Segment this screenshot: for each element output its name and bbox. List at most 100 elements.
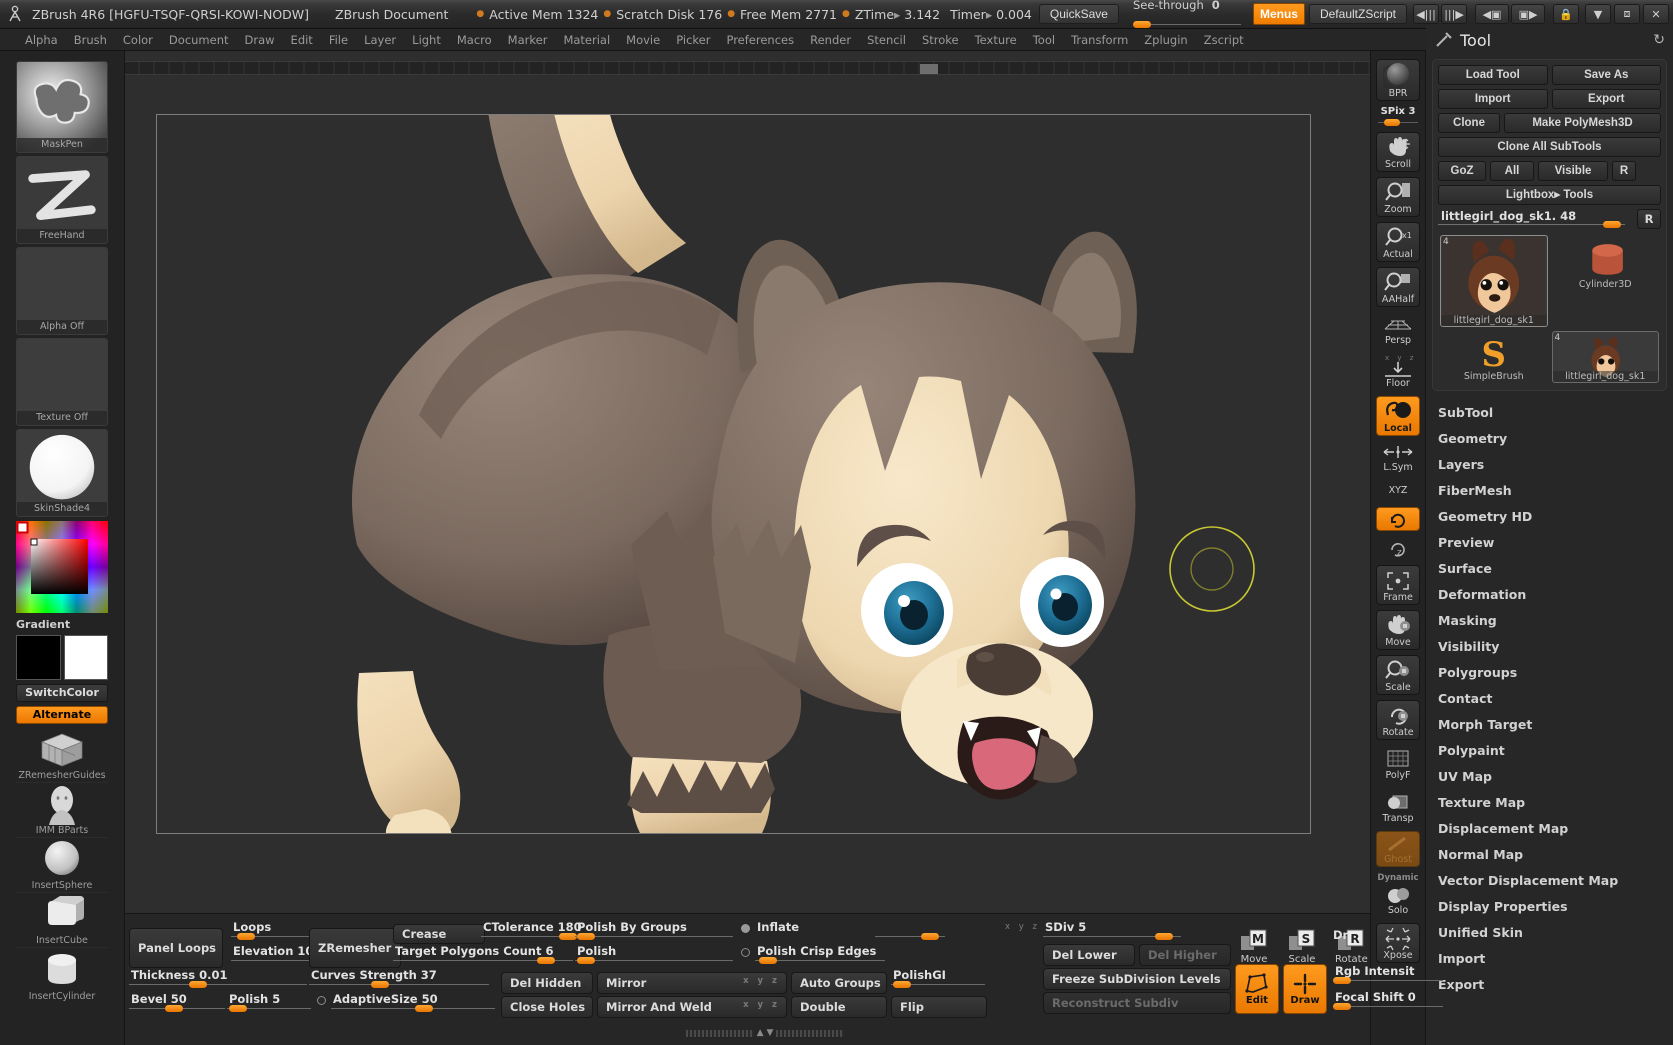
menu-item-marker[interactable]: Marker [501, 31, 555, 49]
rotate-y-button[interactable] [1376, 507, 1420, 531]
tool-section-geometry[interactable]: Geometry [1438, 425, 1673, 451]
menu-item-alpha[interactable]: Alpha [18, 31, 65, 49]
tool-section-preview[interactable]: Preview [1438, 529, 1673, 555]
polish-crisp-edges-radio[interactable] [741, 948, 750, 957]
switchcolor-button[interactable]: SwitchColor [16, 684, 108, 702]
menu-item-texture[interactable]: Texture [968, 31, 1024, 49]
menu-item-document[interactable]: Document [162, 31, 236, 49]
quickpick-imm-bparts[interactable]: IMM BParts [16, 783, 108, 838]
polish-by-groups-slider[interactable]: Polish By Groups [575, 920, 733, 942]
current-brush-slot[interactable]: MaskPen [16, 61, 108, 153]
quicksave-button[interactable]: QuickSave [1039, 4, 1119, 24]
frame-button[interactable]: Frame [1376, 565, 1420, 605]
scale-button[interactable]: Scale [1376, 655, 1420, 695]
current-material-slot[interactable]: SkinShade4 [16, 429, 108, 517]
tool-section-export[interactable]: Export [1438, 971, 1673, 997]
scale-transform-icon[interactable]: S Scale [1287, 928, 1317, 965]
scroll-thumb[interactable] [920, 64, 938, 74]
polish2-slider[interactable]: Polish [575, 944, 733, 966]
menu-item-color[interactable]: Color [116, 31, 160, 49]
tool-section-contact[interactable]: Contact [1438, 685, 1673, 711]
tool-item-r-button[interactable]: R [1637, 209, 1661, 229]
thickness-slider[interactable]: Thickness 0.01 [129, 968, 307, 990]
xyz-button[interactable]: XYZ [1376, 480, 1420, 502]
zoom-button[interactable]: Zoom [1376, 177, 1420, 217]
tool-section-geometry-hd[interactable]: Geometry HD [1438, 503, 1673, 529]
restore-icon[interactable]: ⧈ [1614, 4, 1640, 24]
color-picker[interactable] [16, 521, 108, 616]
menu-item-edit[interactable]: Edit [284, 31, 320, 49]
tool-section-layers[interactable]: Layers [1438, 451, 1673, 477]
tool-section-normal-map[interactable]: Normal Map [1438, 841, 1673, 867]
tool-thumb-cylinder3d[interactable]: Cylinder3D [1550, 233, 1662, 293]
tool-section-fibermesh[interactable]: FiberMesh [1438, 477, 1673, 503]
scroll-button[interactable]: Scroll [1376, 132, 1420, 172]
reconstruct-subdiv-button[interactable]: Reconstruct Subdiv [1043, 992, 1231, 1014]
tool-thumb-simplebrush[interactable]: S SimpleBrush [1438, 329, 1550, 385]
aahalf-button[interactable]: AAHalf [1376, 267, 1420, 307]
tool-thumb-polymesh3d[interactable]: PolyMesh3D [1550, 293, 1662, 329]
goz-r-button[interactable]: R [1612, 161, 1636, 181]
crease-button[interactable]: Crease [393, 924, 485, 944]
tool-section-masking[interactable]: Masking [1438, 607, 1673, 633]
tool-thumb-littlegirl-dog-sk1-2[interactable]: 4 littlegirl_dog_sk1 [1550, 329, 1662, 385]
move-button[interactable]: Move [1376, 610, 1420, 650]
polish-slider[interactable]: Polish 5 [227, 992, 311, 1014]
zscript-button[interactable]: DefaultZScript [1309, 4, 1407, 24]
close-icon[interactable]: ✕ [1643, 4, 1669, 24]
menu-item-draw[interactable]: Draw [238, 31, 282, 49]
menu-item-picker[interactable]: Picker [669, 31, 717, 49]
color-swatches[interactable] [16, 635, 108, 680]
primary-color-swatch[interactable] [16, 635, 61, 680]
persp-button[interactable]: Persp [1376, 312, 1420, 348]
tool-section-displacement-map[interactable]: Displacement Map [1438, 815, 1673, 841]
minimize-icon[interactable]: ▼ [1585, 4, 1611, 24]
import-button[interactable]: Import [1438, 89, 1548, 109]
menu-item-stencil[interactable]: Stencil [860, 31, 913, 49]
menu-item-stroke[interactable]: Stroke [915, 31, 966, 49]
del-hidden-button[interactable]: Del Hidden [501, 972, 593, 994]
menu-item-zplugin[interactable]: Zplugin [1137, 31, 1194, 49]
menus-button[interactable]: Menus [1253, 3, 1305, 25]
zremesher-button[interactable]: ZRemesher [309, 928, 401, 968]
canvas-area[interactable] [125, 51, 1370, 913]
tool-section-deformation[interactable]: Deformation [1438, 581, 1673, 607]
transp-button[interactable]: Transp [1376, 788, 1420, 826]
document-scroll-strip[interactable] [125, 61, 1370, 75]
alternate-button[interactable]: Alternate [16, 706, 108, 724]
spix-slider[interactable] [1378, 119, 1418, 126]
tray-right-icon[interactable]: ▣▶ [1511, 4, 1545, 24]
tool-section-unified-skin[interactable]: Unified Skin [1438, 919, 1673, 945]
tool-section-uv-map[interactable]: UV Map [1438, 763, 1673, 789]
mirror-button[interactable]: Mirror x y z [597, 972, 787, 994]
all-button[interactable]: All [1490, 161, 1534, 181]
curves-strength-slider[interactable]: Curves Strength 37 [309, 968, 489, 990]
quickpick-zremesherguides[interactable]: ZRemesherGuides [16, 728, 108, 783]
auto-groups-button[interactable]: Auto Groups [791, 972, 887, 994]
secondary-color-swatch[interactable] [64, 635, 109, 680]
see-through-slider[interactable]: See-through 0 [1133, 0, 1241, 30]
tool-section-texture-map[interactable]: Texture Map [1438, 789, 1673, 815]
menu-item-file[interactable]: File [322, 31, 355, 49]
menu-item-brush[interactable]: Brush [67, 31, 114, 49]
export-button[interactable]: Export [1552, 89, 1662, 109]
polyf-button[interactable]: PolyF [1376, 745, 1420, 783]
quickpick-insertcube[interactable]: InsertCube [16, 893, 108, 948]
menu-item-movie[interactable]: Movie [619, 31, 667, 49]
inflate-radio[interactable] [741, 924, 750, 933]
menu-item-zscript[interactable]: Zscript [1197, 31, 1251, 49]
bpr-button[interactable]: BPR [1376, 59, 1420, 101]
lightbox-tools-button[interactable]: Lightbox▸ Tools [1438, 185, 1661, 205]
del-higher-button[interactable]: Del Higher [1139, 944, 1231, 966]
current-stroke-slot[interactable]: FreeHand [16, 156, 108, 244]
document-canvas[interactable] [156, 114, 1311, 834]
menu-item-render[interactable]: Render [803, 31, 858, 49]
see-through-track[interactable] [1133, 12, 1241, 30]
gradient-label[interactable]: Gradient [16, 618, 108, 631]
rgb-intensity-slider[interactable]: Rgb Intensit [1333, 964, 1443, 986]
xpose-button[interactable]: Xpose [1376, 923, 1420, 963]
menu-item-light[interactable]: Light [405, 31, 448, 49]
quickpick-insertsphere[interactable]: InsertSphere [16, 838, 108, 893]
current-texture-slot[interactable]: Texture Off [16, 338, 108, 426]
freeze-subdivision-levels-button[interactable]: Freeze SubDivision Levels [1043, 968, 1231, 990]
